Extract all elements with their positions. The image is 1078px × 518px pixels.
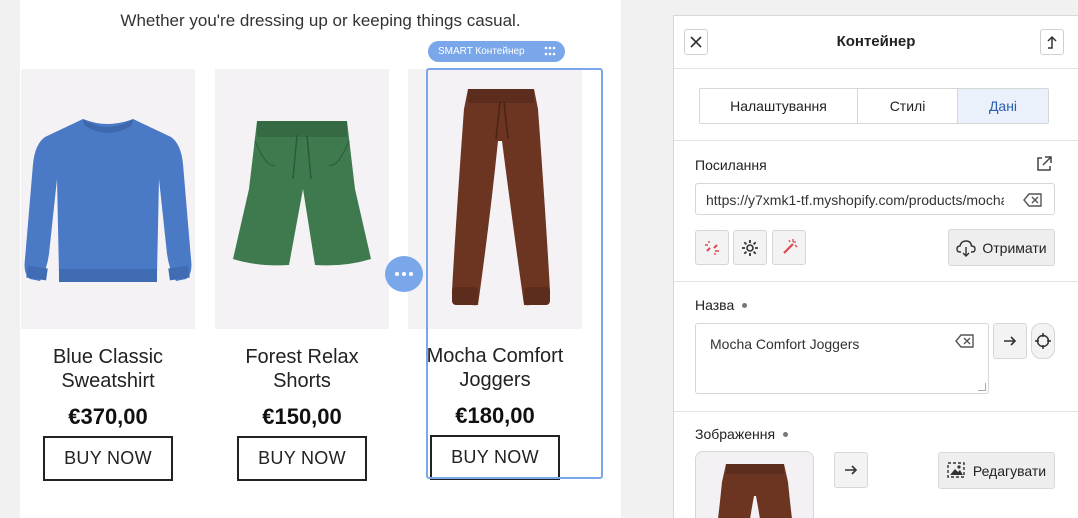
image-label: Зображення — [695, 426, 789, 442]
selected-container-outline — [426, 68, 603, 479]
image-edit-icon — [947, 461, 965, 478]
fetch-button[interactable]: Отримати — [948, 229, 1055, 266]
product-card[interactable]: Forest Relax Shorts €150,00 BUY NOW — [215, 69, 389, 481]
target-button[interactable] — [1031, 323, 1055, 359]
divider — [674, 411, 1078, 412]
link-url-input[interactable]: https://y7xmk1-tf.myshopify.com/products… — [695, 183, 1055, 215]
name-label-text: Назва — [695, 297, 735, 313]
link-settings-button[interactable] — [733, 230, 767, 265]
tab-settings[interactable]: Налаштування — [700, 89, 858, 123]
apply-name-button[interactable] — [993, 323, 1027, 359]
resize-handle[interactable] — [978, 383, 986, 391]
divider — [674, 281, 1078, 282]
name-label: Назва — [695, 297, 748, 313]
link-url-value: https://y7xmk1-tf.myshopify.com/products… — [706, 192, 1004, 208]
buy-now-button[interactable]: BUY NOW — [237, 436, 367, 481]
arrow-right-icon — [1004, 336, 1017, 346]
panel-title: Контейнер — [836, 33, 916, 50]
unlink-button[interactable] — [695, 230, 729, 265]
properties-panel: Контейнер Налаштування Стилі Дані Посила… — [673, 15, 1078, 518]
product-price: €370,00 — [68, 404, 148, 429]
status-dot — [783, 431, 789, 437]
product-image[interactable] — [215, 69, 389, 329]
tab-styles[interactable]: Стилі — [858, 89, 958, 123]
apply-image-button[interactable] — [834, 452, 868, 488]
edit-label: Редагувати — [972, 462, 1047, 479]
arrow-right-icon — [845, 465, 858, 475]
smart-badge-label: SMART Контейнер — [438, 46, 525, 57]
clear-input-icon[interactable] — [955, 334, 975, 348]
product-name: Forest Relax Shorts — [245, 346, 359, 392]
edit-image-button[interactable]: Редагувати — [938, 452, 1055, 489]
crosshair-icon — [1035, 333, 1051, 349]
more-dots-icon — [395, 272, 413, 276]
status-dot — [742, 302, 748, 308]
cloud-download-icon — [956, 239, 977, 257]
panel-tabs: Налаштування Стилі Дані — [699, 88, 1049, 124]
select-parent-button[interactable] — [1040, 29, 1064, 55]
image-thumbnail[interactable] — [695, 451, 814, 518]
image-label-text: Зображення — [695, 426, 776, 442]
gear-icon — [742, 239, 758, 256]
product-price: €150,00 — [262, 404, 342, 429]
drag-handle-icon[interactable] — [544, 46, 556, 57]
unlink-icon — [705, 240, 719, 255]
name-value: Mocha Comfort Joggers — [710, 336, 860, 352]
external-link-icon[interactable] — [1035, 155, 1053, 173]
product-card[interactable]: Blue Classic Sweatshirt €370,00 BUY NOW — [21, 69, 195, 481]
panel-header: Контейнер — [674, 16, 1078, 69]
tab-data[interactable]: Дані — [958, 89, 1048, 123]
name-textarea[interactable]: Mocha Comfort Joggers — [695, 323, 989, 394]
fetch-label: Отримати — [982, 239, 1047, 256]
clear-input-icon[interactable] — [1023, 193, 1043, 207]
divider — [674, 140, 1078, 141]
more-options-button[interactable] — [385, 256, 423, 292]
smart-container-badge[interactable]: SMART Контейнер — [428, 41, 565, 62]
buy-now-button[interactable]: BUY NOW — [43, 436, 173, 481]
magic-wand-button[interactable] — [772, 230, 806, 265]
tagline: Whether you're dressing up or keeping th… — [120, 11, 521, 30]
magic-wand-icon — [783, 238, 798, 254]
product-image[interactable] — [21, 69, 195, 329]
arrow-up-icon — [1047, 35, 1057, 49]
product-name: Blue Classic Sweatshirt — [52, 346, 164, 392]
link-label: Посилання — [695, 157, 767, 173]
